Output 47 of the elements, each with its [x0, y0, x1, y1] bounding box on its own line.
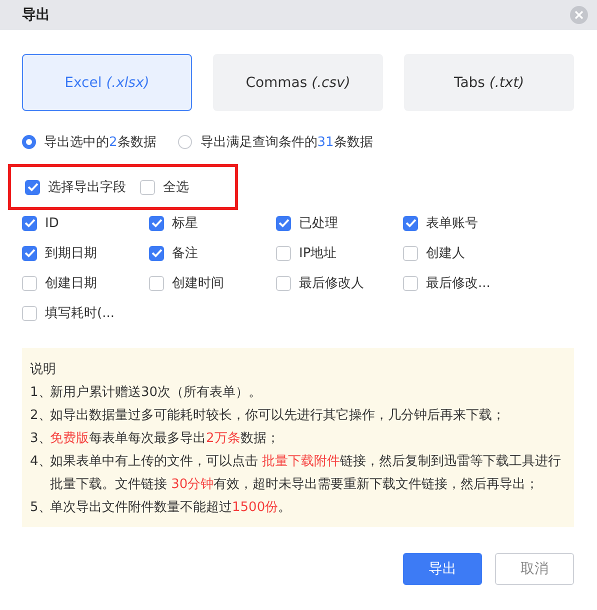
- checkbox[interactable]: [403, 276, 418, 290]
- checkbox[interactable]: [149, 246, 164, 260]
- note-item: 2、如导出数据量过多可能耗时较长，你可以先进行其它操作，几分钟后再来下载；: [30, 407, 506, 425]
- checkbox[interactable]: [22, 216, 37, 230]
- note-item: 5、单次导出文件附件数量不能超过1500份。: [30, 499, 292, 517]
- notes-title: 说明: [30, 361, 57, 379]
- checkbox-label: 标星: [172, 215, 198, 232]
- checkbox-label: 最后修改人: [299, 275, 364, 292]
- checkbox-label: 全选: [163, 179, 189, 196]
- checkbox-label: ID: [45, 216, 59, 230]
- window-title: 导出: [22, 6, 50, 24]
- checkbox[interactable]: [140, 180, 155, 194]
- radio-button[interactable]: [178, 135, 192, 149]
- checkbox[interactable]: [22, 246, 37, 260]
- checkbox[interactable]: [276, 216, 291, 230]
- note-item: 1、新用户累计赠送30次（所有表单）。: [30, 384, 263, 402]
- checkbox[interactable]: [25, 180, 40, 194]
- checkbox[interactable]: [22, 276, 37, 290]
- cancel-button[interactable]: 取消: [495, 553, 574, 585]
- radio-label: 导出满足查询条件的31条数据: [200, 134, 373, 151]
- checkbox-label: 已处理: [299, 215, 338, 232]
- checkbox-label: 创建时间: [172, 275, 224, 292]
- checkbox-label: 到期日期: [45, 245, 97, 262]
- checkbox[interactable]: [149, 216, 164, 230]
- checkbox-label: 表单账号: [426, 215, 478, 232]
- checkbox-label: 最后修改...: [426, 275, 490, 292]
- radio-label: 导出选中的2条数据: [44, 134, 156, 151]
- checkbox-label: 创建人: [426, 245, 465, 262]
- checkbox-label: 选择导出字段: [48, 179, 126, 196]
- close-icon[interactable]: [570, 6, 588, 24]
- format-option[interactable]: Excel (.xlsx): [22, 54, 192, 111]
- checkbox-label: IP地址: [299, 245, 337, 262]
- checkbox[interactable]: [403, 216, 418, 230]
- note-item: 4、如果表单中有上传的文件，可以点击 批量下载附件链接，然后复制到迅雷等下载工具进行批量下载。文件链接 30分钟有效，超时未导出需要重新下载文件链接，然后再导出；: [30, 453, 562, 494]
- checkbox-label: 备注: [172, 245, 198, 262]
- radio-button[interactable]: [22, 135, 36, 149]
- checkbox[interactable]: [276, 276, 291, 290]
- checkbox[interactable]: [22, 306, 37, 320]
- checkbox[interactable]: [403, 246, 418, 260]
- checkbox[interactable]: [276, 246, 291, 260]
- checkbox-label: 填写耗时(...: [45, 305, 114, 322]
- format-option[interactable]: Tabs (.txt): [404, 54, 574, 111]
- format-option[interactable]: Commas (.csv): [213, 54, 383, 111]
- checkbox-label: 创建日期: [45, 275, 97, 292]
- note-item: 3、免费版每表单每次最多导出 2万条数据；: [30, 430, 280, 448]
- export-button[interactable]: 导出: [403, 553, 482, 585]
- checkbox[interactable]: [149, 276, 164, 290]
